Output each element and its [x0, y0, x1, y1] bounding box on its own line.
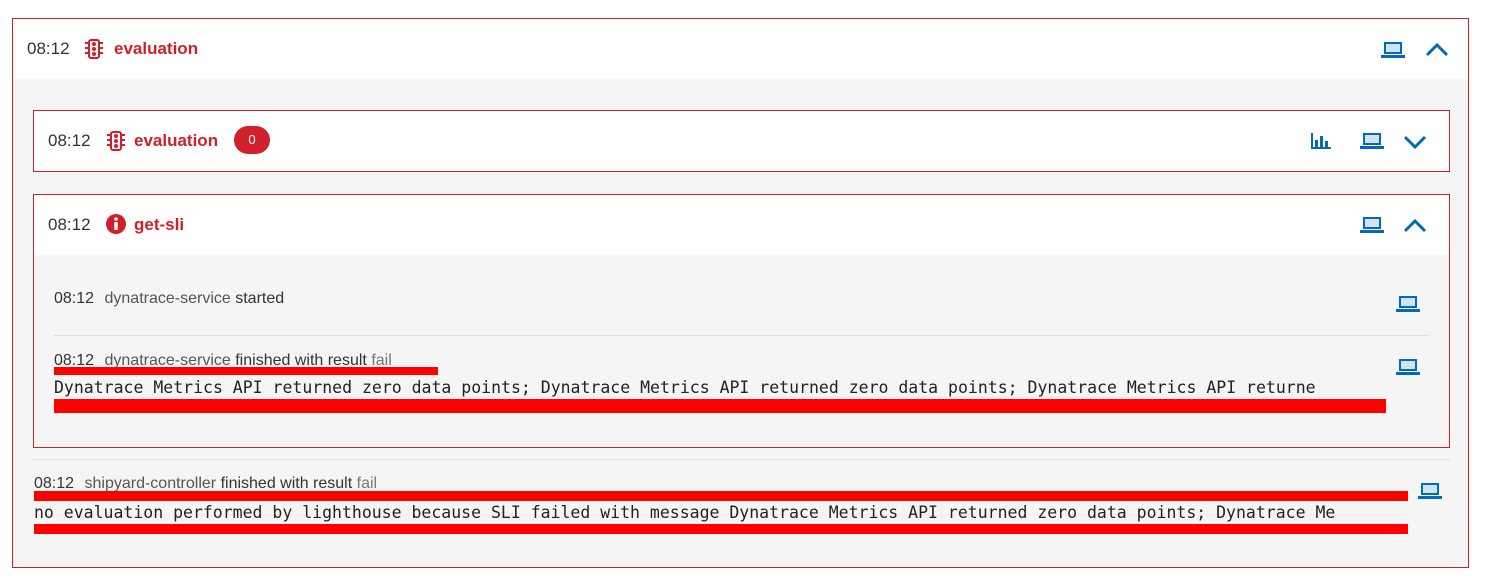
event-divider [54, 335, 1429, 336]
laptop-icon[interactable] [1396, 295, 1420, 313]
sequence-time: 08:12 [27, 39, 70, 58]
event-service: shipyard-controller [84, 475, 217, 492]
laptop-icon[interactable] [1360, 216, 1384, 234]
chevron-up-icon[interactable] [1425, 43, 1449, 57]
sequence-title: evaluation [114, 39, 199, 58]
get-sli-title: get-sli [134, 215, 185, 234]
laptop-icon[interactable] [1360, 132, 1384, 150]
evaluation-time: 08:12 [48, 131, 91, 150]
event-result: fail [356, 475, 378, 492]
chevron-down-icon[interactable] [1403, 135, 1427, 149]
bar-chart-icon[interactable] [1310, 132, 1332, 150]
highlight-bar [54, 367, 438, 375]
event-time: 08:12 [54, 290, 95, 307]
chevron-up-icon[interactable] [1403, 219, 1427, 233]
get-sli-header[interactable]: 08:12 get-sli [34, 195, 1449, 255]
event-service: dynatrace-service [104, 290, 231, 307]
laptop-icon[interactable] [1396, 358, 1420, 376]
event-row: 08:12 dynatrace-service started [54, 290, 284, 308]
laptop-icon[interactable] [1418, 482, 1442, 500]
event-message: no evaluation performed by lighthouse be… [34, 503, 1336, 522]
event-divider [33, 459, 1450, 460]
event-status: started [235, 290, 285, 307]
info-circle-icon [106, 214, 126, 234]
highlight-bar [34, 524, 1408, 534]
get-sli-task-card: 08:12 get-sli 08:12 dynatrace-service st… [33, 194, 1450, 448]
laptop-icon[interactable] [1381, 41, 1405, 59]
traffic-light-icon [85, 39, 103, 59]
event-message: Dynatrace Metrics API returned zero data… [54, 378, 1316, 397]
evaluation-sequence-panel: 08:12 evaluation 08:12 evaluation 0 08:1… [12, 18, 1469, 568]
evaluation-title: evaluation [134, 131, 219, 150]
traffic-light-icon [107, 131, 125, 151]
sequence-header[interactable]: 08:12 evaluation [13, 19, 1468, 79]
get-sli-events: 08:12 dynatrace-service started 08:12 dy… [34, 255, 1449, 447]
get-sli-time: 08:12 [48, 215, 91, 234]
evaluation-score-badge: 0 [234, 126, 270, 154]
evaluation-task-card[interactable]: 08:12 evaluation 0 [33, 110, 1450, 172]
event-status: finished with result [220, 475, 353, 492]
event-time: 08:12 [34, 475, 75, 492]
highlight-bar [34, 491, 1408, 501]
highlight-bar [54, 399, 1386, 413]
